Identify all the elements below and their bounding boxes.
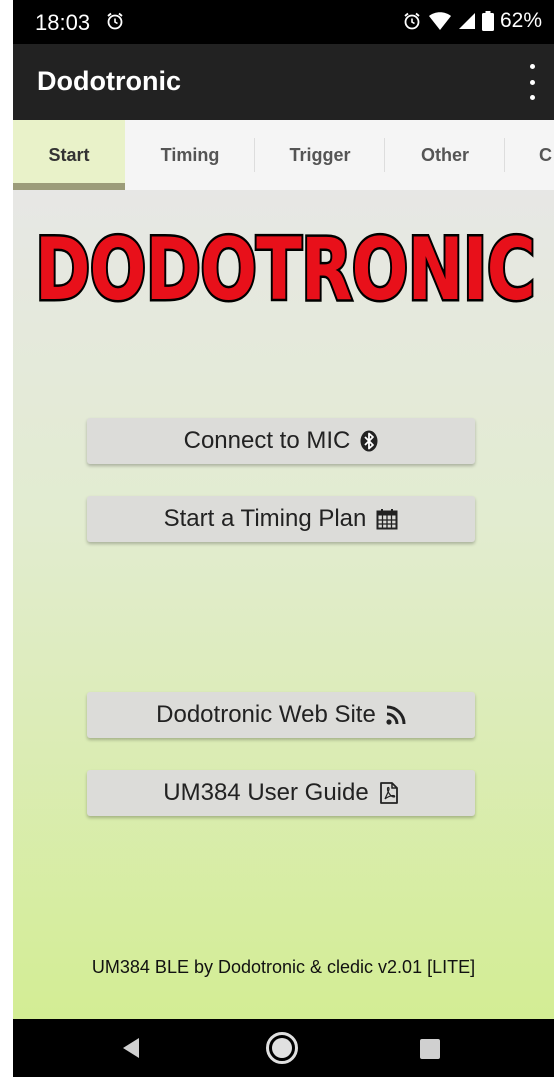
status-icons: 62% bbox=[402, 9, 542, 33]
phone-screen: 18:03 62% Dodotronic Start Timing Trigge… bbox=[13, 0, 554, 1077]
cell-signal-icon bbox=[458, 12, 476, 30]
tab-timing[interactable]: Timing bbox=[125, 120, 255, 190]
alarm-clock-icon bbox=[402, 11, 422, 31]
status-time: 18:03 bbox=[35, 10, 91, 35]
alarm-clock-icon bbox=[105, 11, 125, 37]
wifi-icon bbox=[428, 11, 452, 31]
overflow-menu-icon[interactable] bbox=[522, 64, 542, 100]
button-label: UM384 User Guide bbox=[163, 779, 369, 806]
connect-to-mic-button[interactable]: Connect to MIC bbox=[87, 418, 475, 464]
button-label: Dodotronic Web Site bbox=[156, 701, 376, 728]
back-triangle-icon[interactable] bbox=[121, 1037, 141, 1064]
status-bar: 18:03 62% bbox=[13, 0, 554, 44]
button-label: Start a Timing Plan bbox=[163, 505, 367, 532]
tab-label: Trigger bbox=[289, 144, 351, 165]
bluetooth-icon bbox=[360, 430, 378, 452]
logo-text: DODOTRONIC bbox=[35, 220, 535, 310]
tab-start[interactable]: Start bbox=[13, 120, 125, 190]
system-nav-bar bbox=[13, 1019, 554, 1077]
dodotronic-logo: DODOTRONIC bbox=[33, 218, 539, 311]
tab-label: C bbox=[539, 144, 552, 165]
tab-partial[interactable]: C bbox=[505, 120, 554, 190]
tab-label: Start bbox=[48, 144, 90, 165]
tab-label: Other bbox=[420, 144, 469, 165]
battery-level: 62% bbox=[499, 9, 542, 32]
tab-trigger[interactable]: Trigger bbox=[255, 120, 385, 190]
start-timing-plan-button[interactable]: Start a Timing Plan bbox=[87, 496, 475, 542]
button-label: Connect to MIC bbox=[183, 427, 351, 454]
home-circle-icon[interactable] bbox=[266, 1032, 298, 1064]
start-page: DODOTRONIC Connect to MIC Start a Timing… bbox=[13, 190, 554, 1019]
rss-icon bbox=[386, 705, 406, 725]
version-footer: UM384 BLE by Dodotronic & cledic v2.01 [… bbox=[91, 957, 476, 977]
pdf-file-icon bbox=[379, 782, 399, 804]
web-site-button[interactable]: Dodotronic Web Site bbox=[87, 692, 475, 738]
recents-square-icon[interactable] bbox=[420, 1039, 440, 1059]
tab-indicator bbox=[13, 183, 125, 190]
tab-other[interactable]: Other bbox=[385, 120, 505, 190]
battery-icon bbox=[481, 11, 494, 31]
tab-bar: Start Timing Trigger Other C bbox=[13, 120, 554, 190]
calendar-icon bbox=[376, 508, 398, 530]
app-title: Dodotronic bbox=[37, 66, 181, 96]
app-bar: Dodotronic bbox=[13, 44, 554, 120]
tab-label: Timing bbox=[160, 144, 220, 165]
user-guide-button[interactable]: UM384 User Guide bbox=[87, 770, 475, 816]
